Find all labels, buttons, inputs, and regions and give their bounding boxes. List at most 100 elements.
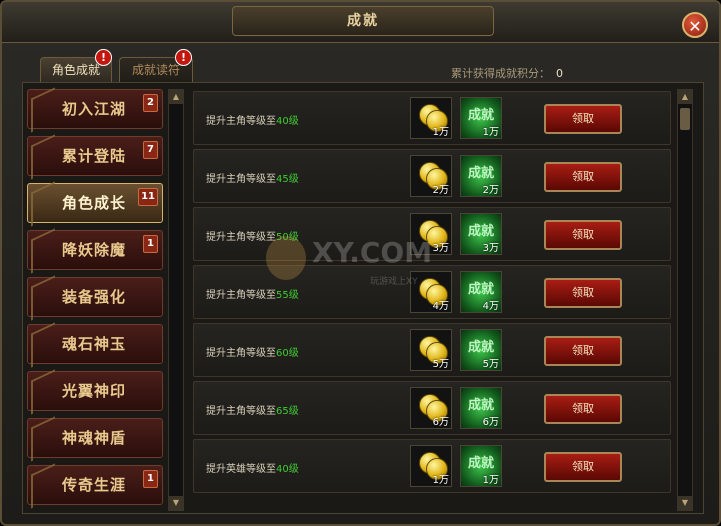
reward-word: 成就 [467,398,494,413]
category-label: 装备强化 [62,288,127,306]
achievement-level: 50级 [276,232,299,243]
achievement-row: 提升主角等级至45级 2万 成就 2万 领取 [193,149,671,203]
achievement-text: 提升主角等级至55级 [206,286,299,301]
reward-amount: 6万 [482,417,499,428]
category-item[interactable]: 神魂神盾 [27,418,163,458]
gold-amount: 1万 [432,475,449,486]
achievement-point-reward: 成就 5万 [460,329,502,371]
window-title: 成就 [232,6,494,36]
achievement-desc: 提升主角等级至 [206,232,276,243]
achievement-level: 40级 [276,116,299,127]
gold-amount: 6万 [432,417,449,428]
claim-button[interactable]: 领取 [544,452,622,482]
achievement-point-reward: 成就 6万 [460,387,502,429]
claim-button[interactable]: 领取 [544,394,622,424]
claim-button[interactable]: 领取 [544,278,622,308]
claim-button[interactable]: 领取 [544,220,622,250]
gold-reward: 4万 [410,271,452,313]
achievement-text: 提升主角等级至65级 [206,402,299,417]
claim-button[interactable]: 领取 [544,104,622,134]
achievement-point-reward: 成就 2万 [460,155,502,197]
achievement-row: 提升主角等级至40级 1万 成就 1万 领取 [193,91,671,145]
category-label: 魂石神玉 [62,335,127,353]
achievement-desc: 提升主角等级至 [206,116,276,127]
achievement-text: 提升主角等级至50级 [206,228,299,243]
achievement-desc: 提升主角等级至 [206,174,276,185]
achievement-level: 55级 [276,290,299,301]
reward-word: 成就 [467,166,494,181]
claim-button[interactable]: 领取 [544,336,622,366]
gold-reward: 3万 [410,213,452,255]
achievement-points: 累计获得成就积分： 0 [451,65,563,81]
points-label: 累计获得成就积分： [451,67,550,80]
title-bar: 成就 ✕ [2,2,719,43]
scroll-thumb[interactable] [680,108,690,130]
category-item[interactable]: 累计登陆 7 [27,136,163,176]
points-value: 0 [556,67,563,80]
achievement-level: 60级 [276,348,299,359]
gold-reward: 2万 [410,155,452,197]
category-scrollbar[interactable]: ▲ ▼ [168,89,184,511]
content-panel: 初入江湖 2 累计登陆 7 角色成长 11 降妖除魔 1 装备强化 魂石神玉 光翼神印 … [22,82,704,514]
category-list: 初入江湖 2 累计登陆 7 角色成长 11 降妖除魔 1 装备强化 魂石神玉 光翼神印 … [27,89,165,509]
achievement-desc: 提升主角等级至 [206,290,276,301]
reward-word: 成就 [467,340,494,355]
achievement-desc: 提升主角等级至 [206,406,276,417]
achievement-list: 提升主角等级至40级 1万 成就 1万 领取 提升主角等级至45级 2万 成就 2万… [193,91,671,509]
category-label: 角色成长 [62,194,127,212]
tab-label: 角色成就 [51,63,100,77]
reward-amount: 1万 [482,127,499,138]
tab-label: 成就读符 [131,63,180,77]
achievement-text: 提升主角等级至60级 [206,344,299,359]
scroll-down-icon[interactable]: ▼ [678,496,692,510]
category-badge: 7 [143,141,158,159]
achievement-text: 提升主角等级至45级 [206,170,299,185]
category-label: 降妖除魔 [62,241,127,259]
reward-word: 成就 [467,282,494,297]
gold-amount: 4万 [432,301,449,312]
category-item-selected[interactable]: 角色成长 11 [27,183,163,223]
category-badge: 1 [143,470,158,488]
achievement-text: 提升主角等级至40级 [206,112,299,127]
category-badge: 11 [138,188,158,206]
category-item[interactable]: 光翼神印 [27,371,163,411]
gold-reward: 1万 [410,445,452,487]
achievement-window: 成就 ✕ 角色成就 ! 成就读符 ! 累计获得成就积分： 0 初入江湖 2 累计登陆… [0,0,721,526]
tab-alert-icon: ! [175,49,192,66]
achievement-row: 提升主角等级至65级 6万 成就 6万 领取 [193,381,671,435]
gold-reward: 5万 [410,329,452,371]
achievement-row: 提升主角等级至60级 5万 成就 5万 领取 [193,323,671,377]
scroll-down-icon[interactable]: ▼ [169,496,183,510]
category-badge: 1 [143,235,158,253]
achievement-point-reward: 成就 4万 [460,271,502,313]
category-item[interactable]: 魂石神玉 [27,324,163,364]
reward-amount: 2万 [482,185,499,196]
achievement-text: 提升英雄等级至40级 [206,460,299,475]
achievement-desc: 提升主角等级至 [206,348,276,359]
gold-amount: 2万 [432,185,449,196]
category-item[interactable]: 初入江湖 2 [27,89,163,129]
achievement-scrollbar[interactable]: ▲ ▼ [677,89,693,511]
achievement-row: 提升主角等级至55级 4万 成就 4万 领取 [193,265,671,319]
tab-alert-icon: ! [95,49,112,66]
claim-button[interactable]: 领取 [544,162,622,192]
achievement-point-reward: 成就 1万 [460,445,502,487]
category-item[interactable]: 传奇生涯 1 [27,465,163,505]
scroll-up-icon[interactable]: ▲ [169,90,183,104]
achievement-desc: 提升英雄等级至 [206,464,276,475]
achievement-point-reward: 成就 3万 [460,213,502,255]
reward-amount: 1万 [482,475,499,486]
achievement-level: 45级 [276,174,299,185]
achievement-level: 65级 [276,406,299,417]
achievement-point-reward: 成就 1万 [460,97,502,139]
gold-amount: 5万 [432,359,449,370]
gold-reward: 6万 [410,387,452,429]
reward-amount: 4万 [482,301,499,312]
category-item[interactable]: 装备强化 [27,277,163,317]
category-item[interactable]: 降妖除魔 1 [27,230,163,270]
category-badge: 2 [143,94,158,112]
close-button[interactable]: ✕ [682,12,708,38]
category-label: 初入江湖 [62,100,127,118]
reward-word: 成就 [467,108,494,123]
scroll-up-icon[interactable]: ▲ [678,90,692,104]
